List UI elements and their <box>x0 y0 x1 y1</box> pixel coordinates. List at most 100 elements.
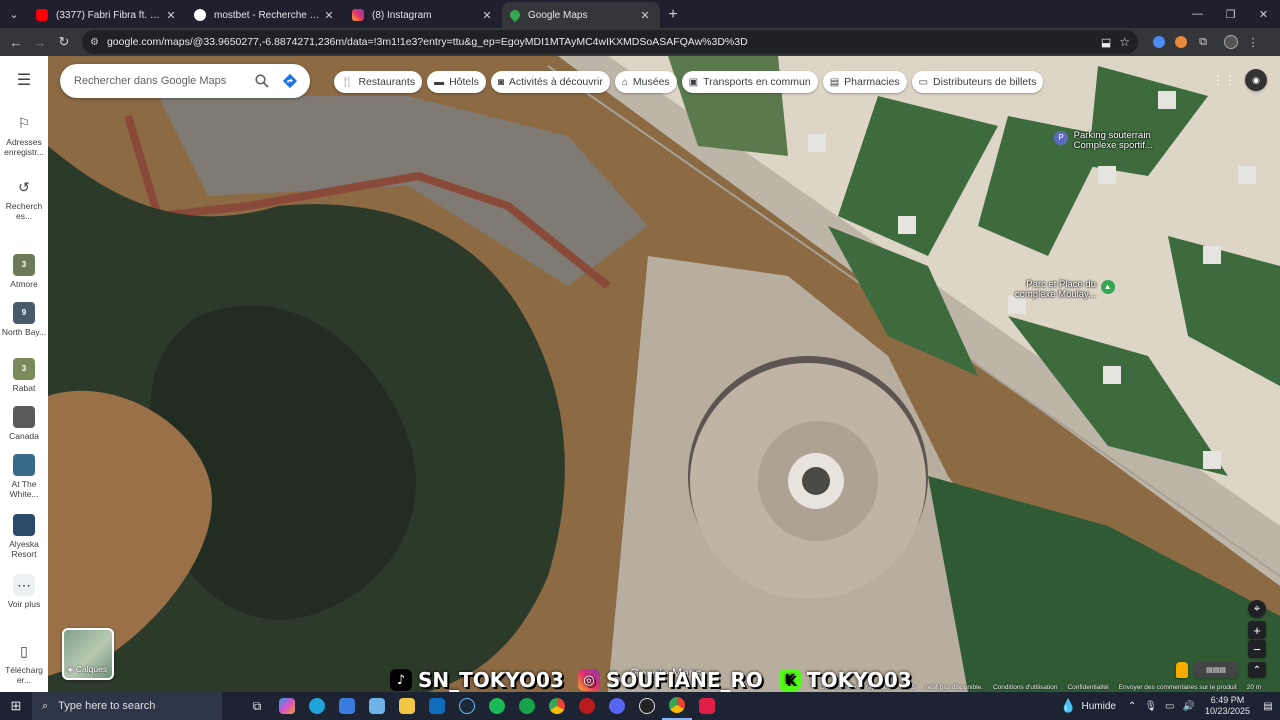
app-pink-icon[interactable] <box>692 692 722 720</box>
maps-search-input[interactable] <box>74 75 248 87</box>
steam-icon[interactable] <box>452 692 482 720</box>
install-app-icon[interactable]: ⬓ <box>1101 36 1111 49</box>
reload-button[interactable]: ↻ <box>52 30 76 54</box>
notifications-icon[interactable]: ▤ <box>1256 701 1280 712</box>
directions-button[interactable] <box>276 67 304 95</box>
feedback-link[interactable]: Envoyer des commentaires sur le produit <box>1119 684 1237 691</box>
recent-item[interactable]: Canada <box>0 406 48 441</box>
tab-search-button[interactable]: ⌄ <box>0 0 28 28</box>
task-view-icon[interactable]: ⧉ <box>242 692 272 720</box>
obs-icon[interactable] <box>632 692 662 720</box>
sidebar-label: Télécharg er... <box>5 665 43 685</box>
pharmacy-icon: ▤ <box>829 76 840 88</box>
new-tab-button[interactable]: + <box>660 2 686 28</box>
discord-icon[interactable] <box>602 692 632 720</box>
tray-chevron-icon[interactable]: ⌃ <box>1128 701 1136 712</box>
pegman-icon[interactable] <box>1176 662 1188 678</box>
recent-item[interactable]: 3 Atmore <box>0 254 48 289</box>
restore-icon[interactable]: ❐ <box>1214 0 1247 28</box>
chrome-active-icon[interactable] <box>662 692 692 720</box>
my-location-button[interactable]: ⌖ <box>1248 600 1266 618</box>
saved-places-button[interactable]: ⚐ Adresses enregistr... <box>0 112 48 157</box>
minimize-icon[interactable]: — <box>1181 0 1214 28</box>
taskbar-search-input[interactable] <box>58 700 179 712</box>
tab-google-maps[interactable]: Google Maps ✕ <box>502 2 660 28</box>
account-avatar[interactable]: ◉ <box>1245 69 1267 91</box>
weather-label[interactable]: Humide <box>1081 701 1115 712</box>
close-tab-icon[interactable]: ✕ <box>322 8 336 22</box>
google-favicon-icon <box>194 9 206 21</box>
microphone-icon[interactable]: 🎙 <box>1144 701 1157 712</box>
close-tab-icon[interactable]: ✕ <box>480 8 494 22</box>
imagery-thumbnails[interactable]: ▤▤▤ <box>1194 662 1238 678</box>
extensions-puzzle-icon[interactable]: ⧉ <box>1192 31 1214 53</box>
zoom-in-button[interactable]: + <box>1248 621 1266 639</box>
recent-searches-button[interactable]: ↺ Recherch es... <box>0 176 48 221</box>
close-tab-icon[interactable]: ✕ <box>164 8 178 22</box>
close-window-icon[interactable]: ✕ <box>1247 0 1280 28</box>
recent-item[interactable]: Alyeska Resort <box>0 514 48 559</box>
chip-fork-knife[interactable]: 🍴 Restaurants <box>334 71 423 93</box>
camera-icon: ◙ <box>497 76 504 88</box>
app-red-icon[interactable] <box>572 692 602 720</box>
chip-camera[interactable]: ◙ Activités à découvrir <box>490 71 610 93</box>
expand-chevron-icon[interactable]: ⌃ <box>1248 662 1266 678</box>
see-more-button[interactable]: ⋯ Voir plus <box>0 574 48 609</box>
copilot-icon[interactable] <box>272 692 302 720</box>
chip-museum[interactable]: ⌂ Musées <box>614 71 677 93</box>
outlook-icon[interactable] <box>422 692 452 720</box>
browser-menu-icon[interactable]: ⋮ <box>1242 31 1264 53</box>
more-dots-icon: ⋯ <box>13 574 35 596</box>
recent-thumbnail <box>13 454 35 476</box>
file-explorer-icon[interactable] <box>392 692 422 720</box>
taskbar-search[interactable]: ⌕ <box>32 692 222 720</box>
terms-link[interactable]: Conditions d'utilisation <box>993 684 1057 691</box>
extension-1-icon[interactable] <box>1148 31 1170 53</box>
notepad-icon[interactable] <box>362 692 392 720</box>
recent-item[interactable]: At The White... <box>0 454 48 499</box>
history-icon: ↺ <box>18 179 30 195</box>
network-icon[interactable]: ▭ <box>1165 701 1174 712</box>
chip-atm[interactable]: ▭ Distributeurs de billets <box>911 71 1044 93</box>
start-button[interactable]: ⊞ <box>0 692 32 720</box>
site-info-icon[interactable]: ⚙ <box>90 37 99 48</box>
volume-icon[interactable]: 🔊 <box>1183 701 1195 712</box>
tab-youtube[interactable]: (3377) Fabri Fibra ft. Emma, Bab ✕ <box>28 2 186 28</box>
search-button[interactable] <box>248 67 276 95</box>
chip-bed[interactable]: ▬ Hôtels <box>427 71 486 93</box>
recent-thumbnail <box>13 514 35 536</box>
menu-button[interactable]: ☰ <box>0 70 48 95</box>
chip-pharmacy[interactable]: ▤ Pharmacies <box>822 71 907 93</box>
chrome-icon[interactable] <box>542 692 572 720</box>
spotify-icon[interactable] <box>482 692 512 720</box>
clock[interactable]: 6:49 PM 10/23/2025 <box>1199 695 1256 717</box>
chip-label: Musées <box>632 76 670 88</box>
edge-icon[interactable] <box>302 692 332 720</box>
address-bar[interactable]: ⚙ google.com/maps/@33.9650277,-6.8874271… <box>82 30 1138 54</box>
download-app-button[interactable]: ▯ Télécharg er... <box>0 640 48 685</box>
back-button[interactable]: ← <box>4 30 28 54</box>
forward-button[interactable]: → <box>28 30 52 54</box>
google-apps-button[interactable]: ⋮⋮ <box>1212 70 1236 90</box>
recent-item[interactable]: 3 Rabat <box>0 358 48 393</box>
poi-label: Parc et Place du complexe Moulay... <box>1014 279 1096 300</box>
timer-app-icon[interactable] <box>512 692 542 720</box>
satellite-imagery <box>48 56 1280 692</box>
recent-item[interactable]: 9 North Bay... <box>0 302 48 337</box>
bookmark-star-icon[interactable]: ☆ <box>1119 35 1130 49</box>
layers-button[interactable]: ◈ Calques <box>62 628 114 680</box>
privacy-link[interactable]: Confidentialité <box>1067 684 1108 691</box>
extension-2-icon[interactable] <box>1170 31 1192 53</box>
chip-transit[interactable]: ▣ Transports en commun <box>681 71 818 93</box>
directions-icon <box>282 73 298 89</box>
tab-instagram[interactable]: (8) Instagram ✕ <box>344 2 502 28</box>
zoom-out-button[interactable]: − <box>1248 640 1266 658</box>
tab-google-search[interactable]: mostbet - Recherche Google ✕ <box>186 2 344 28</box>
instagram-favicon-icon <box>352 9 364 21</box>
profile-avatar[interactable] <box>1220 31 1242 53</box>
poi-parking[interactable]: P Parking souterrain Complexe sportif... <box>1054 131 1156 151</box>
satellite-map[interactable] <box>48 56 1280 692</box>
store-icon[interactable] <box>332 692 362 720</box>
close-tab-icon[interactable]: ✕ <box>638 8 652 22</box>
poi-park[interactable]: Parc et Place du complexe Moulay... ▲ <box>1000 280 1115 300</box>
